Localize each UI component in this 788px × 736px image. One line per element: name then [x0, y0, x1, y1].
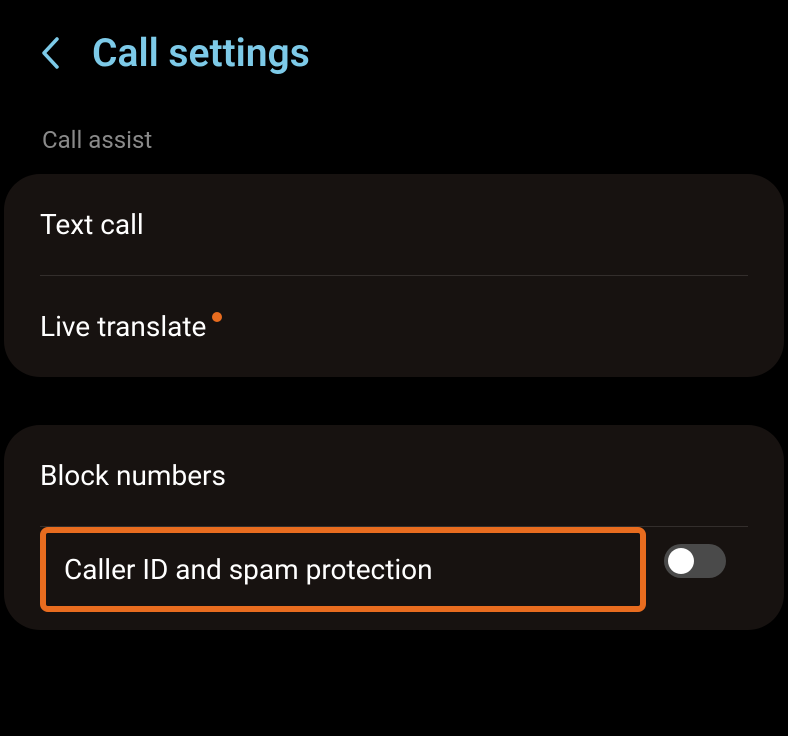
text-call-label: Text call [40, 208, 144, 241]
toggle-container [664, 544, 766, 596]
block-numbers-label: Block numbers [40, 459, 226, 492]
chevron-left-icon [40, 36, 60, 70]
page-title: Call settings [92, 30, 310, 76]
section-label-call-assist: Call assist [0, 116, 788, 174]
back-button[interactable] [40, 36, 60, 70]
settings-item-live-translate[interactable]: Live translate [4, 276, 784, 377]
header: Call settings [0, 0, 788, 116]
toggle-thumb [668, 548, 694, 574]
live-translate-label: Live translate [40, 310, 222, 343]
highlight-annotation: Caller ID and spam protection [40, 527, 646, 612]
settings-item-block-numbers[interactable]: Block numbers [4, 425, 784, 526]
caller-id-spam-toggle[interactable] [664, 544, 726, 578]
notification-dot-icon [212, 312, 222, 322]
section-card-blocking: Block numbers Caller ID and spam protect… [4, 425, 784, 630]
caller-id-spam-label: Caller ID and spam protection [64, 553, 433, 586]
section-card-call-assist: Text call Live translate [4, 174, 784, 377]
settings-item-caller-id-spam[interactable]: Caller ID and spam protection [4, 527, 784, 630]
live-translate-text: Live translate [40, 310, 206, 343]
settings-item-text-call[interactable]: Text call [4, 174, 784, 275]
